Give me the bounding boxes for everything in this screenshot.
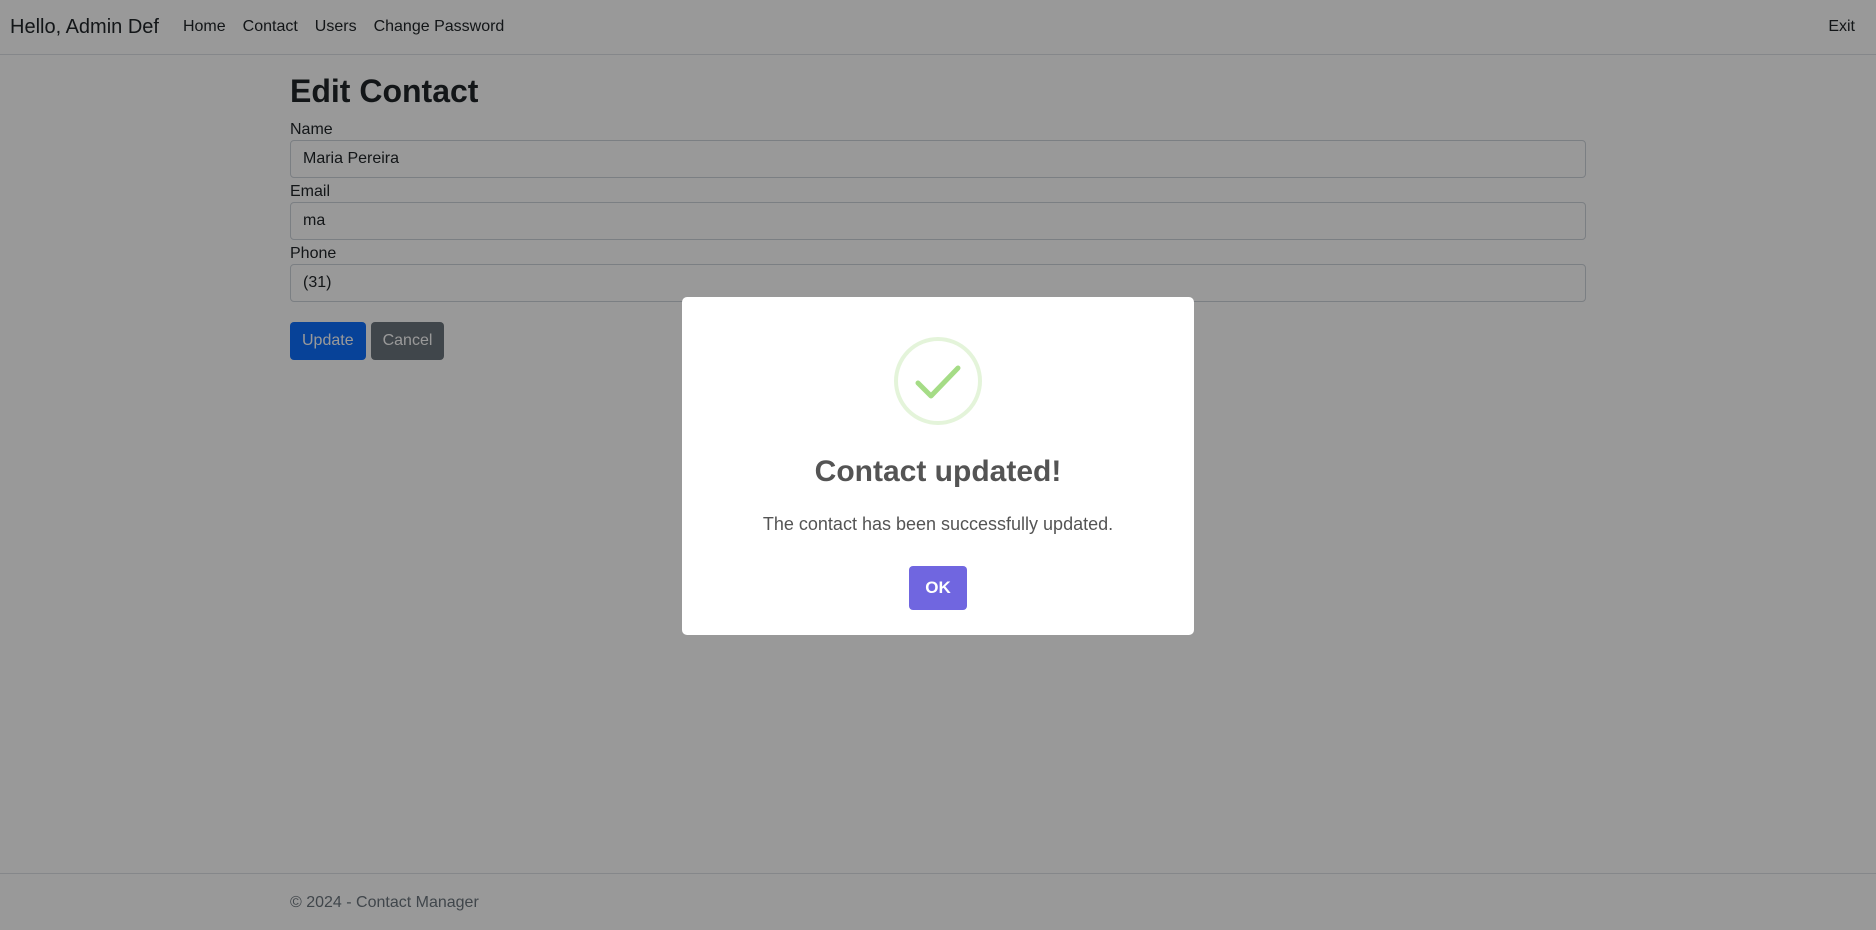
dialog-message: The contact has been successfully update…: [762, 514, 1114, 534]
success-dialog: Contact updated! The contact has been su…: [682, 297, 1194, 635]
success-check-icon: [894, 337, 982, 425]
dialog-title: Contact updated!: [814, 455, 1062, 488]
ok-button[interactable]: OK: [909, 566, 967, 610]
